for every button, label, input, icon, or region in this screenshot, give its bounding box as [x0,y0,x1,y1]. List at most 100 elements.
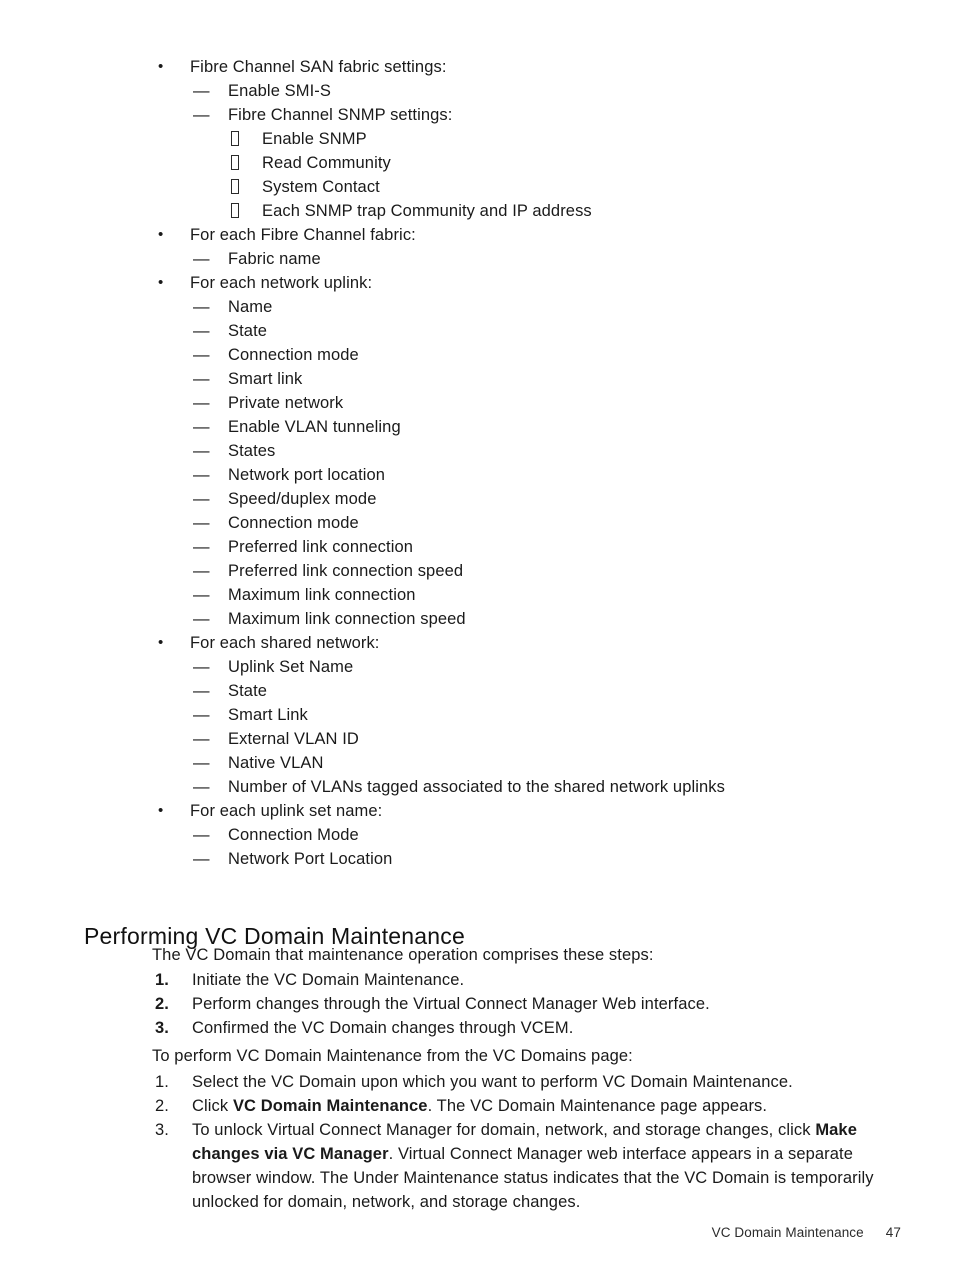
missing-glyph-box-icon [231,175,262,199]
steps-overview-list: 1. Initiate the VC Domain Maintenance. 2. P… [155,968,905,1040]
footer-page-number: 47 [885,1225,901,1240]
procedure-step: 3. To unlock Virtual Connect Manager for … [155,1118,905,1214]
bullet-dot-icon: • [158,274,164,291]
em-dash-bullet-icon: — [193,562,210,580]
em-dash-bullet-icon: — [193,826,210,844]
step-number: 1. [155,1073,169,1091]
bullet-item-label: System Contact [262,178,380,196]
page-footer: VC Domain Maintenance 47 [0,1224,954,1242]
ui-control-name: VC Domain Maintenance [232,1097,428,1115]
em-dash-bullet-icon: — [193,418,210,436]
bullet-item-level-2: — Number of VLANs tagged associated to th… [0,775,954,799]
bullet-item-label: Connection mode [228,346,359,364]
em-dash-bullet-icon: — [193,730,210,748]
bullet-dot-icon: • [158,58,164,75]
bullet-item-label: For each network uplink: [190,274,373,292]
bullet-item-label: Smart link [228,370,303,388]
em-dash-bullet-icon: — [193,394,210,412]
step-number: 2. [155,995,169,1013]
em-dash-bullet-icon: — [193,490,210,508]
step-text: Initiate the VC Domain Maintenance. [192,971,465,989]
bullet-item-label: Network Port Location [228,850,393,868]
em-dash-bullet-icon: — [193,850,210,868]
bullet-item-level-2: — Preferred link connection speed [0,559,954,583]
bullet-item-level-2: — Connection mode [0,343,954,367]
bullet-item-level-1: • For each network uplink: [0,271,954,295]
bullet-item-level-2: — Fabric name [0,247,954,271]
bullet-dot-icon: • [158,226,164,243]
tofu-box-icon [231,131,239,146]
bullet-item-level-2: — Enable SMI-S [0,79,954,103]
bullet-item-label: Preferred link connection speed [228,562,464,580]
step-number: 3. [155,1019,169,1037]
bullet-item-label: Number of VLANs tagged associated to the… [228,778,725,796]
step-text: Perform changes through the Virtual Conn… [192,995,710,1013]
missing-glyph-box-icon [231,127,262,151]
step-text: Confirmed the VC Domain changes through … [192,1019,574,1037]
document-page: • Fibre Channel SAN fabric settings: — Enab… [0,0,954,1271]
settings-bullet-list: • Fibre Channel SAN fabric settings: — Enab… [0,55,954,871]
bullet-item-label: Smart Link [228,706,308,724]
em-dash-bullet-icon: — [193,658,210,676]
step-text: Select the VC Domain upon which you want… [192,1070,905,1094]
em-dash-bullet-icon: — [193,754,210,772]
bullet-item-level-2: — Network Port Location [0,847,954,871]
procedure-lead-in: To perform VC Domain Maintenance from th… [152,1047,633,1065]
bullet-item-label: States [228,442,276,460]
bullet-item-level-2: — Maximum link connection speed [0,607,954,631]
bullet-item-label: Speed/duplex mode [228,490,377,508]
step-text: To unlock Virtual Connect Manager for do… [192,1118,905,1214]
bullet-item-level-2: — Fibre Channel SNMP settings: [0,103,954,127]
step-number: 3. [155,1121,169,1139]
em-dash-bullet-icon: — [193,514,210,532]
bullet-item-level-3: System Contact [0,175,954,199]
em-dash-bullet-icon: — [193,586,210,604]
numbered-step: 3. Confirmed the VC Domain changes throug… [155,1016,905,1040]
procedure-steps-list: 1. Select the VC Domain upon which you wa… [155,1070,905,1214]
bullet-item-level-2: — State [0,319,954,343]
bullet-dot-icon: • [158,634,164,651]
bullet-item-label: For each shared network: [190,634,380,652]
bullet-item-label: Fibre Channel SNMP settings: [228,106,453,124]
step-number: 2. [155,1097,169,1115]
em-dash-bullet-icon: — [193,346,210,364]
bullet-item-label: Native VLAN [228,754,324,772]
numbered-step: 2. Perform changes through the Virtual Co… [155,992,905,1016]
step-text-run: To unlock Virtual Connect Manager for do… [192,1121,816,1139]
procedure-step: 1. Select the VC Domain upon which you wa… [155,1070,905,1094]
numbered-step: 1. Initiate the VC Domain Maintenance. [155,968,905,992]
bullet-item-level-2: — State [0,679,954,703]
em-dash-bullet-icon: — [193,682,210,700]
bullet-item-level-2: — Private network [0,391,954,415]
em-dash-bullet-icon: — [193,706,210,724]
bullet-item-level-2: — States [0,439,954,463]
bullet-item-label: State [228,322,268,340]
em-dash-bullet-icon: — [193,370,210,388]
footer-section-label: VC Domain Maintenance [711,1225,864,1240]
bullet-item-level-2: — Preferred link connection [0,535,954,559]
step-text-run: Select the VC Domain upon which you want… [192,1073,793,1091]
bullet-item-level-2: — Network port location [0,463,954,487]
bullet-item-label: Fabric name [228,250,321,268]
bullet-item-level-2: — Speed/duplex mode [0,487,954,511]
em-dash-bullet-icon: — [193,442,210,460]
bullet-item-label: Name [228,298,273,316]
bullet-item-level-2: — Enable VLAN tunneling [0,415,954,439]
procedure-step: 2. Click VC Domain Maintenance. The VC Do… [155,1094,905,1118]
bullet-item-label: External VLAN ID [228,730,359,748]
tofu-box-icon [231,203,239,218]
step-text-run: . The VC Domain Maintenance page appears… [427,1097,768,1115]
em-dash-bullet-icon: — [193,466,210,484]
bullet-item-label: Maximum link connection [228,586,416,604]
intro-paragraph: The VC Domain that maintenance operation… [152,946,654,964]
bullet-item-label: Uplink Set Name [228,658,354,676]
tofu-box-icon [231,155,239,170]
bullet-dot-icon: • [158,802,164,819]
bullet-item-level-2: — Native VLAN [0,751,954,775]
bullet-item-label: For each uplink set name: [190,802,383,820]
bullet-item-label: Enable VLAN tunneling [228,418,401,436]
bullet-item-label: Enable SMI-S [228,82,331,100]
tofu-box-icon [231,179,239,194]
em-dash-bullet-icon: — [193,250,210,268]
bullet-item-label: Network port location [228,466,386,484]
